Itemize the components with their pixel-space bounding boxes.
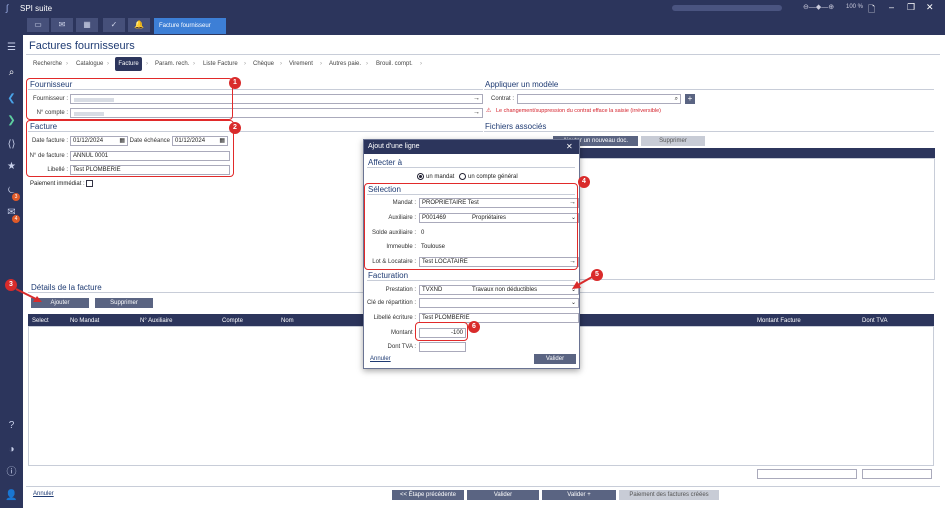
callout-number-5: 5 bbox=[591, 269, 603, 281]
callout-number-6: 6 bbox=[468, 321, 480, 333]
callout-number-1: 1 bbox=[229, 77, 241, 89]
callout-arrows bbox=[15, 276, 593, 302]
callout-number-2: 2 bbox=[229, 122, 241, 134]
callout-number-3: 3 bbox=[5, 279, 17, 291]
callout-number-4: 4 bbox=[578, 176, 590, 188]
